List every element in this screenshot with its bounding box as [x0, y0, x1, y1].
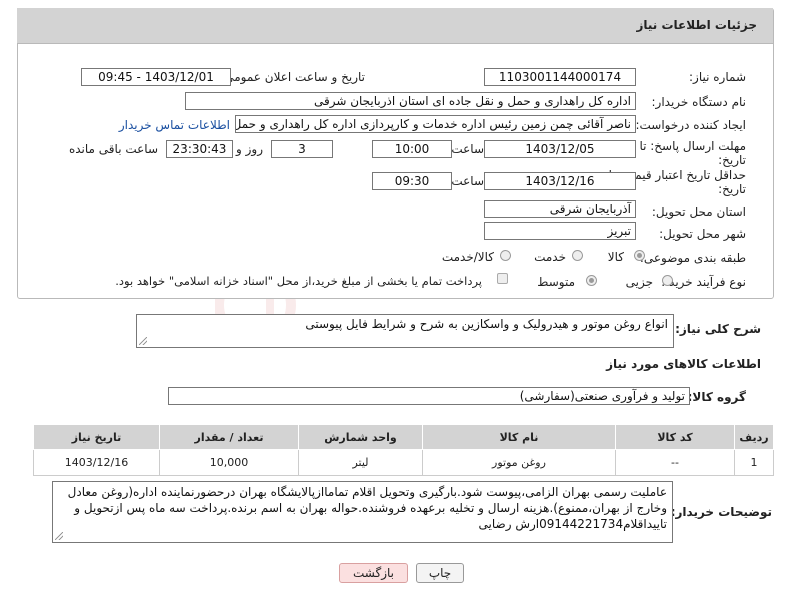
- need-number-field: 1103001144000174: [484, 68, 636, 86]
- price-validity-date-field: 1403/12/16: [484, 172, 636, 190]
- col-unit-header: واحد شمارش: [298, 424, 423, 450]
- delivery-province-label: استان محل تحویل:: [651, 205, 746, 219]
- announce-datetime-label: تاریخ و ساعت اعلان عمومی:: [220, 70, 365, 84]
- col-name-header: نام کالا: [422, 424, 616, 450]
- creator-label: ایجاد کننده درخواست:: [635, 118, 746, 132]
- category-radio-service[interactable]: [572, 250, 583, 261]
- item-quantity: 10,000: [159, 449, 299, 476]
- reply-deadline-label-2: تاریخ:: [718, 153, 746, 167]
- row-number: 1: [734, 449, 774, 476]
- price-validity-label-2: تاریخ:: [718, 182, 746, 196]
- treasury-payment-note: پرداخت تمام یا بخشی از مبلغ خرید،از محل …: [115, 274, 482, 288]
- item-unit: لیتر: [298, 449, 423, 476]
- buyer-notes-textarea[interactable]: عاملیت رسمی بهران الزامی،پیوست شود.بارگی…: [52, 481, 673, 543]
- resize-grip-icon[interactable]: [139, 337, 147, 345]
- back-button[interactable]: بازگشت: [339, 563, 408, 583]
- remaining-time-label: ساعت باقی مانده: [68, 142, 158, 156]
- table-header-row: ردیف کد کالا نام کالا واحد شمارش تعداد /…: [33, 424, 774, 450]
- category-radio-goods-service[interactable]: [500, 250, 511, 261]
- col-row-header: ردیف: [734, 424, 774, 450]
- panel-header: جزئیات اطلاعات نیاز: [17, 8, 773, 44]
- goods-section-title: اطلاعات کالاهای مورد نیاز: [606, 357, 761, 371]
- category-option-goods: کالا: [607, 250, 624, 264]
- item-name: روغن موتور: [422, 449, 616, 476]
- buyer-notes-text: عاملیت رسمی بهران الزامی،پیوست شود.بارگی…: [67, 485, 667, 531]
- remaining-time-field: 23:30:43: [166, 140, 233, 158]
- panel-title: جزئیات اطلاعات نیاز: [636, 18, 757, 32]
- process-radio-medium[interactable]: [586, 275, 597, 286]
- table-row: 1 -- روغن موتور لیتر 10,000 1403/12/16: [33, 449, 774, 476]
- need-number-label: شماره نیاز:: [689, 70, 746, 84]
- treasury-payment-checkbox[interactable]: [497, 273, 508, 284]
- goods-group-field: تولید و فرآوری صنعتی(سفارشی): [168, 387, 690, 405]
- process-option-minor: جزیی: [625, 275, 653, 289]
- category-label: طبقه بندی موضوعی:: [639, 251, 746, 265]
- col-date-header: تاریخ نیاز: [33, 424, 160, 450]
- goods-group-label: گروه کالا:: [687, 390, 746, 404]
- category-option-service: خدمت: [534, 250, 566, 264]
- remaining-days-field: 3: [271, 140, 333, 158]
- delivery-city-label: شهر محل تحویل:: [659, 227, 746, 241]
- category-radio-goods[interactable]: [634, 250, 645, 261]
- reply-date-field: 1403/12/05: [484, 140, 636, 158]
- item-code: --: [615, 449, 735, 476]
- buyer-contact-link[interactable]: اطلاعات تماس خریدار: [119, 118, 230, 132]
- category-option-goods-service: کالا/خدمت: [441, 250, 494, 264]
- process-type-label: نوع فرآیند خرید :: [661, 275, 746, 289]
- delivery-province-field: آذربایجان شرقی: [484, 200, 636, 218]
- process-radio-minor[interactable]: [662, 275, 673, 286]
- goods-table: ردیف کد کالا نام کالا واحد شمارش تعداد /…: [33, 424, 774, 476]
- buyer-notes-label: توضیحات خریدار:: [670, 505, 772, 519]
- col-quantity-header: تعداد / مقدار: [159, 424, 299, 450]
- creator-field: ناصر آقائی چمن زمین رئیس اداره خدمات و ک…: [235, 115, 636, 133]
- reply-time-field: 10:00: [372, 140, 452, 158]
- reply-deadline-label: مهلت ارسال پاسخ: تا: [639, 139, 746, 153]
- days-label: روز و: [236, 142, 263, 156]
- buyer-org-field: اداره کل راهداری و حمل و نقل جاده ای است…: [185, 92, 636, 110]
- item-need-date: 1403/12/16: [33, 449, 160, 476]
- price-validity-time-field: 09:30: [372, 172, 452, 190]
- delivery-city-field: تبریز: [484, 222, 636, 240]
- col-code-header: کد کالا: [615, 424, 735, 450]
- description-label: شرح کلی نیاز:: [675, 322, 761, 336]
- description-text: انواع روغن موتور و هیدرولیک و واسکازین ب…: [305, 317, 668, 331]
- print-button[interactable]: چاپ: [416, 563, 464, 583]
- description-textarea[interactable]: انواع روغن موتور و هیدرولیک و واسکازین ب…: [136, 314, 674, 348]
- process-option-medium: متوسط: [537, 275, 575, 289]
- price-validity-time-label: ساعت: [451, 174, 484, 188]
- announce-datetime-field: 1403/12/01 - 09:45: [81, 68, 231, 86]
- buyer-org-label: نام دستگاه خریدار:: [651, 95, 747, 109]
- reply-time-label: ساعت: [451, 142, 484, 156]
- resize-grip-icon[interactable]: [55, 532, 63, 540]
